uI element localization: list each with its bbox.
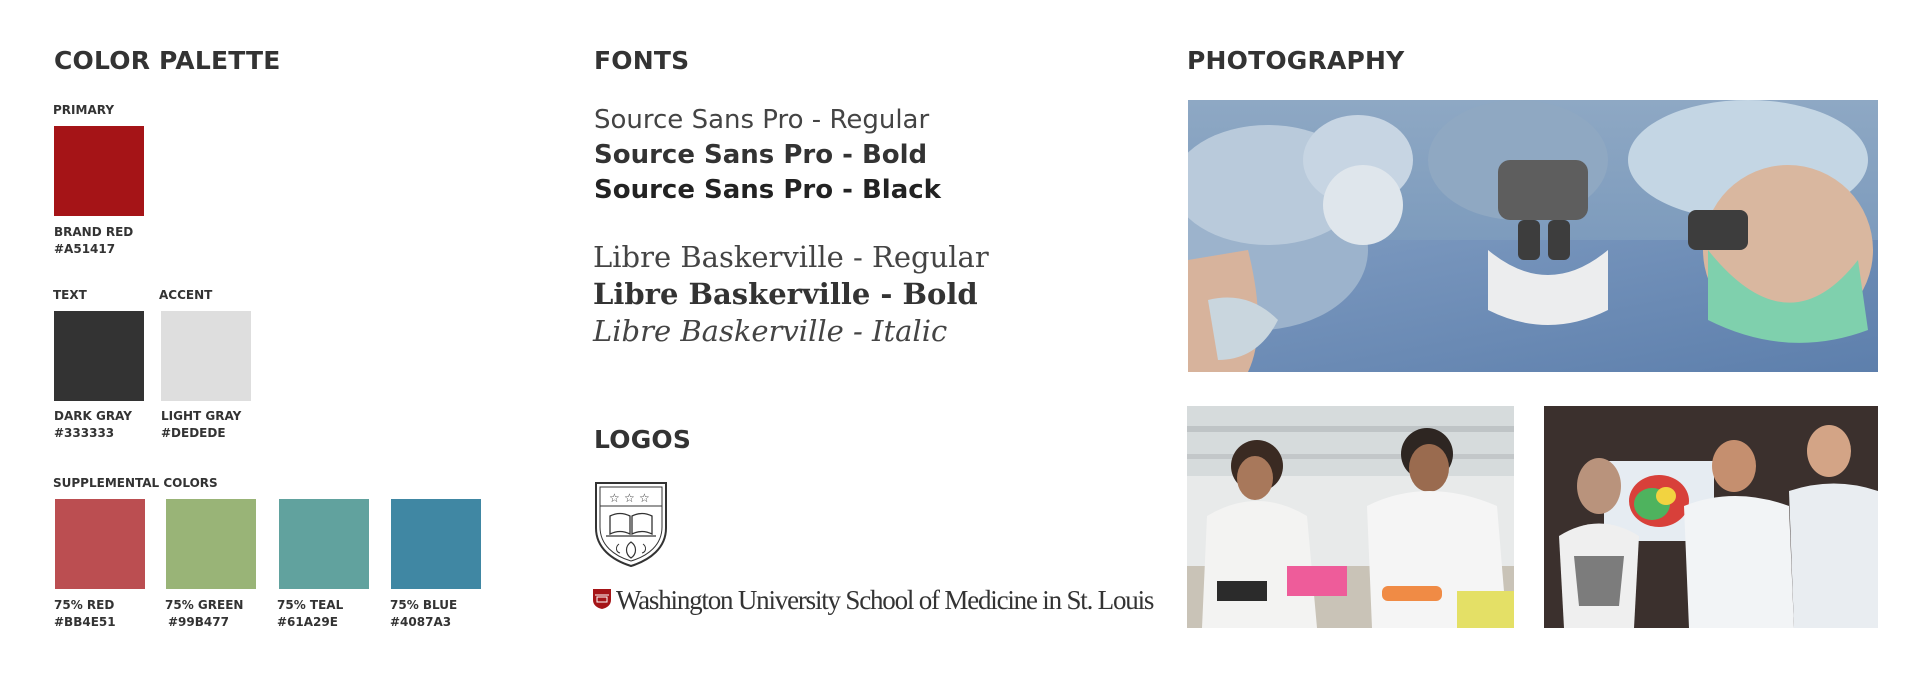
- red-75-swatch: [55, 499, 145, 589]
- blue-75-hex: #4087A3: [390, 615, 452, 629]
- doctors-consultation-photo: [1544, 406, 1878, 628]
- green-75-hex: #99B477: [168, 615, 229, 629]
- brand-red-hex: #A51417: [54, 242, 116, 256]
- primary-label: PRIMARY: [53, 103, 115, 117]
- small-shield-icon: [592, 588, 612, 610]
- brand-red-name: BRAND RED: [54, 225, 134, 239]
- red-75-hex: #BB4E51: [54, 615, 116, 629]
- supplemental-colors-label: SUPPLEMENTAL COLORS: [53, 476, 218, 490]
- sans-black-sample: Source Sans Pro - Black: [594, 175, 941, 205]
- light-gray-swatch: [161, 311, 251, 401]
- light-gray-name: LIGHT GRAY: [161, 409, 242, 423]
- school-of-medicine-wordmark: Washington University School of Medicine…: [616, 585, 1154, 615]
- dark-gray-name: DARK GRAY: [54, 409, 132, 423]
- sans-regular-sample: Source Sans Pro - Regular: [594, 105, 930, 135]
- svg-text:☆: ☆: [609, 491, 620, 505]
- shield-logo: ☆ ☆ ☆: [592, 480, 670, 568]
- green-75-name: 75% GREEN: [165, 598, 244, 612]
- teal-75-name: 75% TEAL: [277, 598, 344, 612]
- serif-regular-sample: Libre Baskerville - Regular: [593, 240, 989, 274]
- blue-75-swatch: [391, 499, 481, 589]
- text-label: TEXT: [53, 288, 87, 302]
- color-palette-heading: COLOR PALETTE: [54, 46, 281, 75]
- teal-75-hex: #61A29E: [277, 615, 338, 629]
- red-75-name: 75% RED: [54, 598, 115, 612]
- accent-label: ACCENT: [159, 288, 213, 302]
- lab-researchers-photo: [1187, 406, 1514, 628]
- serif-bold-sample: Libre Baskerville - Bold: [593, 277, 978, 311]
- svg-text:☆: ☆: [624, 491, 635, 505]
- green-75-swatch: [166, 499, 256, 589]
- light-gray-hex: #DEDEDE: [161, 426, 226, 440]
- dark-gray-swatch: [54, 311, 144, 401]
- fonts-heading: FONTS: [594, 46, 690, 75]
- logos-heading: LOGOS: [594, 425, 692, 454]
- blue-75-name: 75% BLUE: [390, 598, 458, 612]
- surgery-photo: [1188, 100, 1878, 372]
- sans-bold-sample: Source Sans Pro - Bold: [594, 140, 928, 170]
- photography-heading: PHOTOGRAPHY: [1187, 46, 1405, 75]
- svg-text:☆: ☆: [639, 491, 650, 505]
- serif-italic-sample: Libre Baskerville - Italic: [593, 314, 948, 348]
- brand-red-swatch: [54, 126, 144, 216]
- dark-gray-hex: #333333: [54, 426, 115, 440]
- teal-75-swatch: [279, 499, 369, 589]
